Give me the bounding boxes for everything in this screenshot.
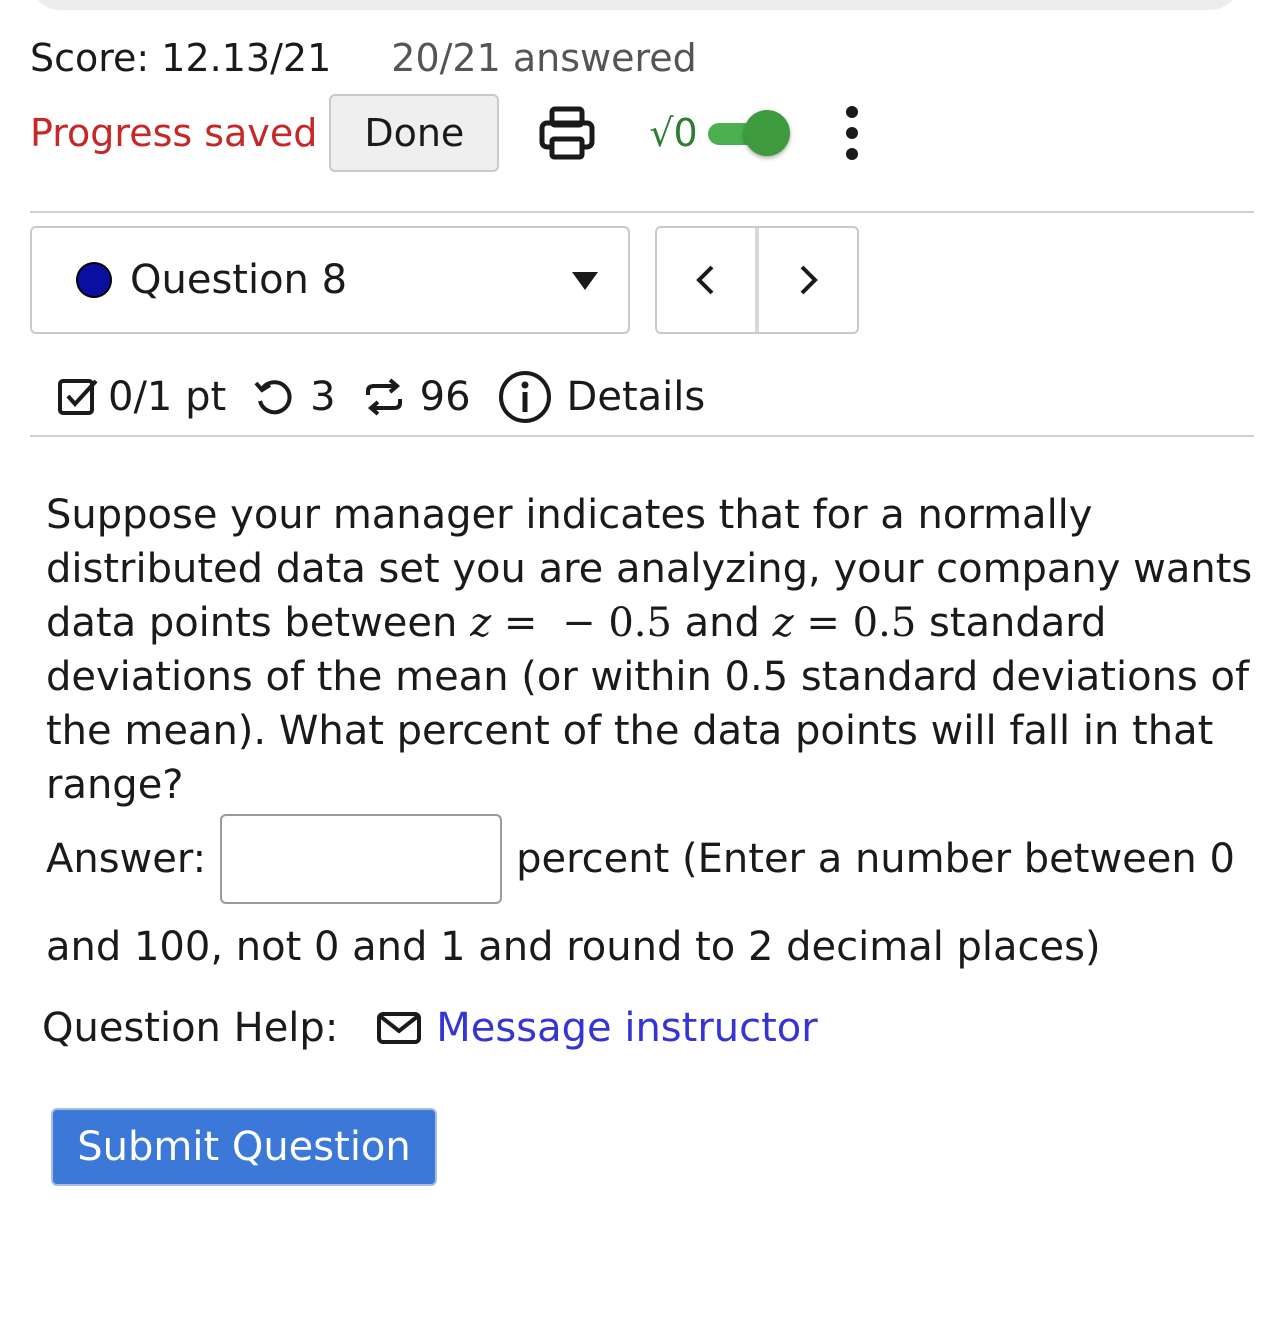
points-text: 0/1 pt bbox=[108, 374, 227, 420]
info-icon[interactable] bbox=[497, 369, 553, 425]
question-help-label: Question Help: bbox=[42, 1005, 339, 1051]
question-select-label: Question 8 bbox=[130, 257, 348, 303]
submit-question-button[interactable]: Submit Question bbox=[51, 1108, 437, 1186]
more-options-icon[interactable] bbox=[845, 106, 858, 160]
z-low-expression: z = − 0.5 bbox=[470, 600, 672, 646]
question-help: Question Help: Message instructor bbox=[42, 998, 818, 1058]
details-link[interactable]: Details bbox=[567, 374, 706, 420]
mail-icon bbox=[377, 1012, 422, 1044]
question-meta: 0/1 pt 3 96 Details bbox=[56, 362, 705, 432]
answer-instructions: percent (Enter a number between 0 bbox=[516, 836, 1235, 882]
answer-block: Answer: percent (Enter a number between … bbox=[46, 814, 1246, 974]
attempts-icon bbox=[365, 378, 402, 416]
question-and: and bbox=[671, 600, 773, 646]
toggle-knob bbox=[743, 110, 790, 156]
done-button[interactable]: Done bbox=[329, 94, 500, 172]
question-select[interactable]: Question 8 bbox=[30, 226, 630, 334]
chevron-right-icon bbox=[800, 265, 818, 295]
question-text: Suppose your manager indicates that for … bbox=[46, 488, 1266, 812]
header-divider bbox=[30, 211, 1254, 213]
printer-icon[interactable] bbox=[537, 103, 597, 163]
caret-down-icon bbox=[572, 272, 598, 290]
top-bar-shadow bbox=[30, 0, 1240, 10]
score-text: Score: 12.13/21 bbox=[30, 36, 332, 80]
math-preview-label: √0 bbox=[649, 111, 698, 155]
retry-icon bbox=[254, 380, 292, 415]
z-high-expression: z = 0.5 bbox=[772, 600, 917, 646]
answer-instructions-cont: and 100, not 0 and 1 and round to 2 deci… bbox=[46, 924, 1101, 970]
next-question-button[interactable] bbox=[755, 228, 857, 332]
score-row: Score: 12.13/21 20/21 answered bbox=[30, 36, 697, 80]
answer-label: Answer: bbox=[46, 836, 207, 882]
question-status-dot bbox=[76, 262, 112, 298]
checkbox-icon bbox=[58, 379, 98, 415]
chevron-left-icon bbox=[696, 265, 714, 295]
progress-row: Progress saved Done √0 bbox=[30, 94, 858, 172]
retries-count: 3 bbox=[310, 374, 336, 420]
answer-input[interactable] bbox=[220, 814, 503, 904]
math-preview-toggle[interactable] bbox=[707, 108, 790, 158]
answered-count: 20/21 answered bbox=[391, 36, 697, 80]
attempts-count: 96 bbox=[419, 374, 471, 420]
question-nav-group bbox=[655, 226, 859, 334]
message-instructor-link[interactable]: Message instructor bbox=[436, 1005, 817, 1051]
meta-divider bbox=[30, 435, 1254, 437]
progress-status: Progress saved bbox=[30, 111, 318, 155]
prev-question-button[interactable] bbox=[657, 228, 755, 332]
